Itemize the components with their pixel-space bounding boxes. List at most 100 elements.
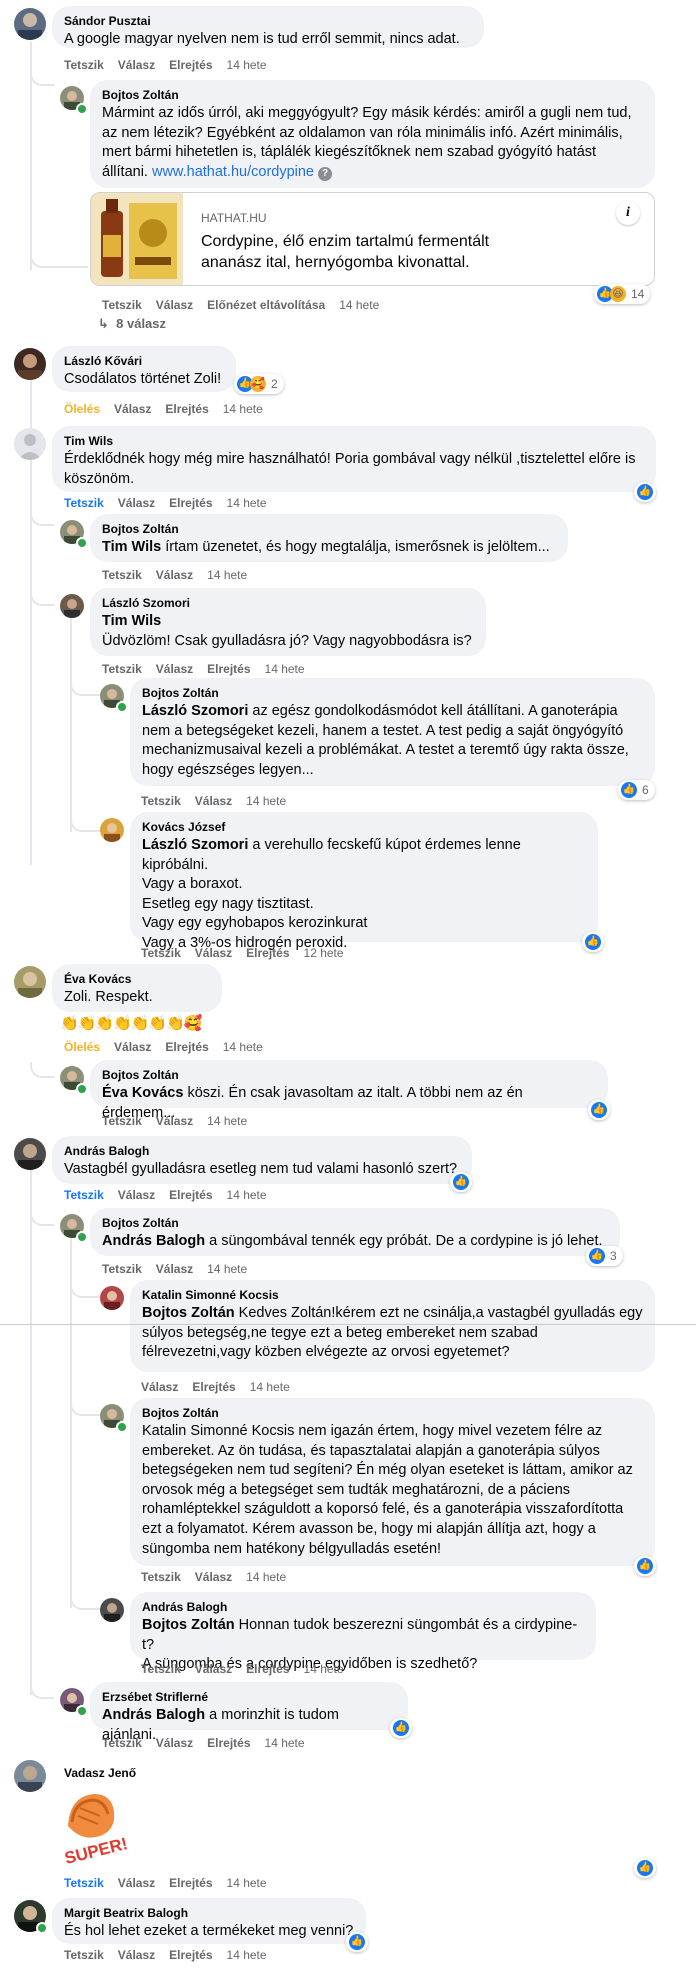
hide-button[interactable]: Elrejtés [246, 1662, 289, 1676]
hide-button[interactable]: Elrejtés [169, 1876, 212, 1890]
comment-author[interactable]: András Balogh [142, 1600, 584, 1615]
like-button[interactable]: Tetszik [102, 298, 142, 312]
reply-button[interactable]: Válasz [141, 1380, 178, 1394]
reaction-summary[interactable]: 👍 [634, 1858, 656, 1878]
mention-link[interactable]: Éva Kovács [102, 1085, 183, 1101]
like-button[interactable]: Tetszik [141, 1662, 181, 1676]
question-icon[interactable]: ? [318, 166, 333, 181]
reply-button[interactable]: Válasz [118, 58, 155, 72]
hide-button[interactable]: Elrejtés [169, 58, 212, 72]
mention-link[interactable]: Tim Wils [102, 612, 474, 632]
hide-button[interactable]: Elrejtés [169, 1188, 212, 1202]
timestamp[interactable]: 14 hete [207, 1114, 247, 1128]
like-button[interactable]: Tetszik [64, 58, 104, 72]
timestamp[interactable]: 14 hete [227, 1188, 267, 1202]
reaction-summary[interactable]: 👍 [582, 932, 604, 952]
reply-button[interactable]: Válasz [156, 568, 193, 582]
like-button[interactable]: Tetszik [102, 568, 142, 582]
avatar[interactable] [100, 818, 124, 842]
comment-author[interactable]: Bojtos Zoltán [102, 1068, 596, 1083]
info-icon[interactable]: i [616, 201, 640, 225]
comment-author[interactable]: Tim Wils [64, 434, 644, 449]
like-button[interactable]: Tetszik [102, 1736, 142, 1750]
avatar[interactable] [14, 966, 46, 998]
avatar[interactable] [14, 1138, 46, 1170]
timestamp[interactable]: 14 hete [223, 1040, 263, 1054]
timestamp[interactable]: 14 hete [223, 402, 263, 416]
comment-author[interactable]: Sándor Pusztai [64, 14, 472, 29]
hide-button[interactable]: Elrejtés [207, 1736, 250, 1750]
comment-author[interactable]: Bojtos Zoltán [102, 1216, 608, 1231]
mention-link[interactable]: András Balogh [102, 1233, 205, 1249]
reply-button[interactable]: Válasz [195, 1570, 232, 1584]
mention-link[interactable]: András Balogh [102, 1707, 205, 1723]
hide-button[interactable]: Elrejtés [169, 1948, 212, 1962]
reaction-summary[interactable]: 👍 [346, 1932, 368, 1952]
timestamp[interactable]: 14 hete [227, 1876, 267, 1890]
avatar[interactable] [14, 348, 46, 380]
avatar[interactable] [100, 1598, 124, 1622]
link-preview[interactable]: HATHAT.HU Cordypine, élő enzim tartalmú … [90, 192, 655, 286]
comment-author[interactable]: Bojtos Zoltán [102, 522, 556, 537]
like-button[interactable]: Tetszik [141, 1570, 181, 1584]
hide-button[interactable]: Elrejtés [165, 402, 208, 416]
like-button[interactable]: Tetszik [64, 1948, 104, 1962]
timestamp[interactable]: 14 hete [265, 662, 305, 676]
reply-button[interactable]: Válasz [118, 1188, 155, 1202]
hide-button[interactable]: Elrejtés [246, 946, 289, 960]
avatar[interactable] [100, 1286, 124, 1310]
reply-button[interactable]: Válasz [195, 946, 232, 960]
reply-button[interactable]: Válasz [195, 1662, 232, 1676]
like-button[interactable]: Tetszik [64, 496, 104, 510]
reaction-summary[interactable]: 👍 6 [618, 780, 655, 800]
timestamp[interactable]: 14 hete [227, 58, 267, 72]
comment-author[interactable]: Katalin Simonné Kocsis [142, 1288, 643, 1303]
comment-author[interactable]: László Kővári [64, 354, 224, 369]
reaction-summary[interactable]: 👍 [634, 1556, 656, 1576]
hide-button[interactable]: Elrejtés [192, 1380, 235, 1394]
like-button[interactable]: Tetszik [141, 946, 181, 960]
reaction-summary[interactable]: 👍 🥰 2 [234, 374, 284, 394]
mention-link[interactable]: Tim Wils [102, 539, 161, 555]
hug-button[interactable]: Ölelés [64, 402, 100, 416]
reaction-summary[interactable]: 👍 [588, 1100, 610, 1120]
timestamp[interactable]: 14 hete [227, 1948, 267, 1962]
reply-button[interactable]: Válasz [118, 496, 155, 510]
comment-author[interactable]: Erzsébet Striflerné [102, 1690, 396, 1705]
timestamp[interactable]: 14 hete [304, 1662, 344, 1676]
comment-author[interactable]: Vadasz Jenő [64, 1766, 136, 1780]
reply-button[interactable]: Válasz [118, 1948, 155, 1962]
mention-link[interactable]: László Szomori [142, 837, 248, 853]
comment-link[interactable]: www.hathat.hu/cordypine [152, 164, 314, 180]
hug-button[interactable]: Ölelés [64, 1040, 100, 1054]
like-button[interactable]: Tetszik [141, 794, 181, 808]
reply-button[interactable]: Válasz [156, 298, 193, 312]
reply-button[interactable]: Válasz [114, 1040, 151, 1054]
mention-link[interactable]: Bojtos Zoltán [142, 1305, 235, 1321]
comment-author[interactable]: Margit Beatrix Balogh [64, 1906, 354, 1921]
hide-button[interactable]: Elrejtés [169, 496, 212, 510]
super-sticker[interactable]: SUPER! [60, 1786, 130, 1868]
timestamp[interactable]: 14 hete [207, 1262, 247, 1276]
reaction-summary[interactable]: 👍 [390, 1718, 412, 1738]
comment-author[interactable]: András Balogh [64, 1144, 460, 1159]
remove-preview-button[interactable]: Előnézet eltávolítása [207, 298, 325, 312]
reaction-summary[interactable]: 👍 [634, 482, 656, 502]
mention-link[interactable]: László Szomori [142, 703, 248, 719]
comment-author[interactable]: Kovács József [142, 820, 586, 835]
timestamp[interactable]: 14 hete [246, 794, 286, 808]
reply-button[interactable]: Válasz [195, 794, 232, 808]
reaction-summary[interactable]: 👍 3 [586, 1246, 623, 1266]
view-replies-link[interactable]: ↳ 8 válasz [98, 316, 166, 332]
like-button[interactable]: Tetszik [102, 662, 142, 676]
reaction-summary[interactable]: 👍 😆 14 [594, 284, 651, 304]
reply-button[interactable]: Válasz [156, 1736, 193, 1750]
comment-author[interactable]: László Szomori [102, 596, 474, 611]
reaction-summary[interactable]: 👍 [450, 1172, 472, 1192]
timestamp[interactable]: 14 hete [250, 1380, 290, 1394]
reply-button[interactable]: Válasz [114, 402, 151, 416]
comment-author[interactable]: Bojtos Zoltán [142, 686, 643, 701]
timestamp[interactable]: 14 hete [339, 298, 379, 312]
comment-author[interactable]: Bojtos Zoltán [142, 1406, 643, 1421]
reply-button[interactable]: Válasz [156, 1262, 193, 1276]
